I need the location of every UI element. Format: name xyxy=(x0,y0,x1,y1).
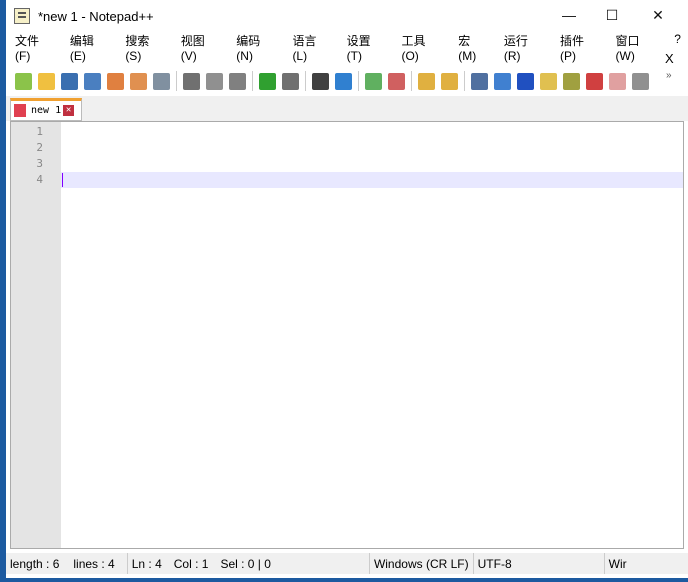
function-list-icon[interactable] xyxy=(563,72,580,90)
doc-map-icon[interactable] xyxy=(540,72,557,90)
find-icon[interactable] xyxy=(312,72,329,90)
status-bar: length : 6 lines : 4 Ln : 4 Col : 1 Sel … xyxy=(6,553,688,574)
status-length: length : 6 xyxy=(10,556,60,571)
maximize-button[interactable]: ☐ xyxy=(589,0,635,30)
menu-item[interactable]: ? xyxy=(665,32,688,50)
menu-item[interactable]: 搜索(S) xyxy=(116,32,171,63)
menu-item[interactable]: 设置(T) xyxy=(338,32,393,63)
tab-bar: new 1 ✕ xyxy=(6,96,688,121)
sync-vertical-icon[interactable] xyxy=(418,72,435,90)
status-eol: Windows (CR LF) xyxy=(373,556,469,571)
new-file-icon[interactable] xyxy=(15,72,32,90)
menu-item[interactable]: 编辑(E) xyxy=(61,32,116,63)
show-all-chars-icon[interactable] xyxy=(494,72,511,90)
status-ln: Ln : 4 xyxy=(131,556,162,571)
tab-label: new 1 xyxy=(31,105,62,116)
close-button[interactable]: ✕ xyxy=(635,0,681,30)
copy-icon[interactable] xyxy=(206,72,223,90)
menu-item[interactable]: 宏(M) xyxy=(449,32,495,63)
replace-icon[interactable] xyxy=(335,72,352,90)
sync-horizontal-icon[interactable] xyxy=(441,72,458,90)
status-encoding: UTF-8 xyxy=(477,556,512,571)
save-icon[interactable] xyxy=(61,72,78,90)
text-caret xyxy=(62,173,63,187)
close-document-button[interactable]: X xyxy=(665,51,674,66)
editor-area[interactable]: 1 2 3 4 xyxy=(10,121,684,549)
zoom-out-icon[interactable] xyxy=(388,72,405,90)
line-number: 2 xyxy=(36,141,43,154)
tab-new-1[interactable]: new 1 ✕ xyxy=(10,98,82,121)
toolbar-separator xyxy=(464,71,465,91)
menu-item[interactable]: 运行(R) xyxy=(495,32,551,63)
close-icon[interactable] xyxy=(107,72,124,90)
notepadpp-window: *new 1 - Notepad++ — ☐ ✕ 文件(F) 编辑(E) 搜索(S)… xyxy=(6,0,688,578)
notepad-app-icon xyxy=(14,8,30,24)
status-sel: Sel : 0 | 0 xyxy=(220,556,271,571)
menu-item[interactable]: 文件(F) xyxy=(6,32,61,63)
menu-item[interactable]: 语言(L) xyxy=(283,32,337,63)
title-bar: *new 1 - Notepad++ — ☐ ✕ xyxy=(6,0,688,32)
minimize-button[interactable]: — xyxy=(546,0,592,30)
toolbar-separator xyxy=(411,71,412,91)
unsaved-icon xyxy=(14,104,26,117)
undo-icon[interactable] xyxy=(259,72,276,90)
zoom-in-icon[interactable] xyxy=(365,72,382,90)
cut-icon[interactable] xyxy=(183,72,200,90)
menu-item[interactable]: 插件(P) xyxy=(551,32,606,63)
record-macro-icon[interactable] xyxy=(609,72,626,90)
toolbar-separator xyxy=(252,71,253,91)
status-insert-mode: Wir xyxy=(608,556,627,571)
status-col: Col : 1 xyxy=(173,556,209,571)
line-number-gutter: 1 2 3 4 xyxy=(11,122,61,548)
open-file-icon[interactable] xyxy=(38,72,55,90)
toolbar-separator xyxy=(305,71,306,91)
redo-icon[interactable] xyxy=(282,72,299,90)
tab-close-button[interactable]: ✕ xyxy=(63,105,75,116)
paste-icon[interactable] xyxy=(229,72,246,90)
indent-guide-icon[interactable] xyxy=(517,72,534,90)
line-number: 1 xyxy=(36,125,43,138)
toolbar-separator xyxy=(358,71,359,91)
menu-item[interactable]: 工具(O) xyxy=(392,32,449,63)
menu-bar: 文件(F) 编辑(E) 搜索(S) 视图(V) 编码(N) 语言(L) 设置(T) 工具(O)… xyxy=(6,32,688,63)
menu-item[interactable]: 编码(N) xyxy=(227,32,283,63)
close-all-icon[interactable] xyxy=(130,72,147,90)
menu-item[interactable]: 视图(V) xyxy=(172,32,227,63)
folder-workspace-icon[interactable] xyxy=(586,72,603,90)
menu-item[interactable]: 窗口(W) xyxy=(607,32,666,63)
stop-record-icon[interactable] xyxy=(632,72,649,90)
print-icon[interactable] xyxy=(153,72,170,90)
line-number: 4 xyxy=(36,173,43,186)
line-number: 3 xyxy=(36,157,43,170)
toolbar xyxy=(12,68,652,94)
word-wrap-icon[interactable] xyxy=(471,72,488,90)
toolbar-separator xyxy=(176,71,177,91)
toolbar-overflow-button[interactable]: » xyxy=(666,70,672,81)
save-all-icon[interactable] xyxy=(84,72,101,90)
current-line-highlight xyxy=(61,172,683,188)
status-lines: lines : 4 xyxy=(73,556,115,571)
window-title: *new 1 - Notepad++ xyxy=(38,8,154,24)
